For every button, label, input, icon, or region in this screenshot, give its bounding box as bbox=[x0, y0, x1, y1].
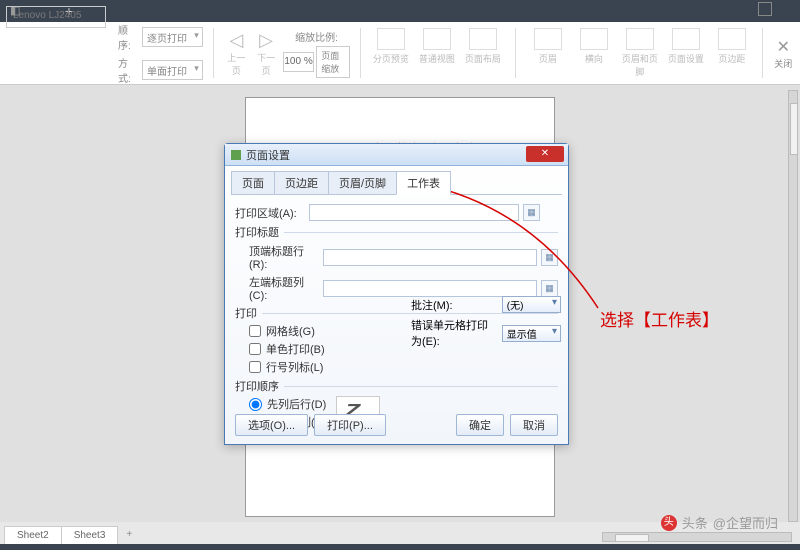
add-sheet-button[interactable]: + bbox=[118, 526, 140, 544]
cols-repeat-label: 左端标题列(C): bbox=[249, 274, 319, 302]
sheet-tab[interactable]: Sheet2 bbox=[4, 526, 62, 544]
options-button[interactable]: 选项(O)... bbox=[235, 414, 308, 436]
separator bbox=[515, 28, 516, 78]
landscape-button[interactable]: 横向 bbox=[574, 28, 614, 78]
errors-select[interactable]: 显示值 bbox=[502, 325, 561, 342]
print-button[interactable]: 打印(P)... bbox=[314, 414, 386, 436]
rows-repeat-label: 顶端标题行(R): bbox=[249, 243, 319, 271]
page-setup-button[interactable]: 页面设置 bbox=[666, 28, 706, 78]
ribbon-toolbar: Lenovo LJ2405 份数: 1 顺序: 逐页打印 方式: 单面打印 ◁上… bbox=[0, 22, 800, 85]
separator bbox=[213, 28, 214, 78]
zoom-value-input[interactable]: 100 % bbox=[283, 52, 314, 72]
window-maximize-icon[interactable] bbox=[758, 2, 772, 16]
rows-picker-icon[interactable]: ▦ bbox=[541, 249, 558, 266]
mode-label: 方式: bbox=[118, 55, 138, 85]
cancel-button[interactable]: 取消 bbox=[510, 414, 558, 436]
mode-select[interactable]: 单面打印 bbox=[142, 60, 203, 80]
separator bbox=[360, 28, 361, 78]
watermark: 头 头条 @企望而归 bbox=[661, 513, 778, 532]
close-preview-button[interactable]: ✕关闭 bbox=[773, 37, 794, 70]
rowcol-checkbox[interactable]: 行号列标(L) bbox=[249, 359, 558, 375]
dialog-titlebar[interactable]: 页面设置 bbox=[225, 144, 568, 166]
vertical-scrollbar[interactable] bbox=[788, 90, 798, 522]
tab-header-footer[interactable]: 页眉/页脚 bbox=[328, 171, 397, 195]
margins-button[interactable]: 页边距 bbox=[712, 28, 752, 78]
comments-label: 批注(M): bbox=[411, 297, 496, 313]
tab-sheet[interactable]: 工作表 bbox=[396, 171, 451, 195]
dialog-close-button[interactable]: ✕ bbox=[526, 146, 564, 162]
print-area-picker-icon[interactable]: ▦ bbox=[523, 204, 540, 221]
dialog-icon bbox=[231, 150, 241, 160]
separator bbox=[762, 28, 763, 78]
window-titlebar: ◧ + bbox=[0, 0, 800, 22]
sheet-tab[interactable]: Sheet3 bbox=[61, 526, 119, 544]
tab-margins[interactable]: 页边距 bbox=[274, 171, 329, 195]
dialog-title-text: 页面设置 bbox=[246, 147, 290, 163]
print-order-group: 打印顺序 bbox=[235, 378, 558, 394]
next-page-button[interactable]: ▷下一页 bbox=[253, 30, 279, 77]
comments-select[interactable]: (无) bbox=[502, 296, 561, 313]
statusbar bbox=[0, 544, 800, 550]
order-down-radio[interactable]: 先列后行(D) bbox=[249, 396, 326, 412]
page-setup-dialog: 页面设置 ✕ 页面 页边距 页眉/页脚 工作表 打印区域(A): ▦ 打印标题 … bbox=[224, 143, 569, 445]
ok-button[interactable]: 确定 bbox=[456, 414, 504, 436]
portrait-button[interactable]: 页眉 bbox=[528, 28, 568, 78]
sequence-label: 顺序: bbox=[118, 22, 138, 52]
sheet-tabs: Sheet2 Sheet3 + bbox=[4, 526, 140, 544]
dialog-tabs: 页面 页边距 页眉/页脚 工作表 bbox=[231, 171, 562, 195]
print-area-label: 打印区域(A): bbox=[235, 205, 305, 221]
normal-view-button[interactable]: 普通视图 bbox=[417, 28, 457, 78]
tab-page[interactable]: 页面 bbox=[231, 171, 275, 195]
horizontal-scrollbar[interactable] bbox=[602, 532, 792, 542]
page-zoom-button[interactable]: 页面缩放 bbox=[316, 46, 350, 78]
page-layout-button[interactable]: 页面布局 bbox=[463, 28, 503, 78]
print-titles-group: 打印标题 bbox=[235, 224, 558, 240]
errors-label: 错误单元格打印为(E): bbox=[411, 317, 496, 349]
app-icon: ◧ bbox=[10, 4, 22, 16]
print-area-input[interactable] bbox=[309, 204, 519, 221]
zoom-ratio-label: 缩放比例: bbox=[295, 29, 338, 44]
toutiao-logo-icon: 头 bbox=[661, 515, 677, 531]
page-break-preview-button[interactable]: 分页预览 bbox=[371, 28, 411, 78]
rows-repeat-input[interactable] bbox=[323, 249, 537, 266]
annotation-text: 选择【工作表】 bbox=[600, 306, 719, 331]
header-footer-button[interactable]: 页眉和页脚 bbox=[620, 28, 660, 78]
sequence-select[interactable]: 逐页打印 bbox=[142, 27, 203, 47]
prev-page-button[interactable]: ◁上一页 bbox=[224, 30, 250, 77]
